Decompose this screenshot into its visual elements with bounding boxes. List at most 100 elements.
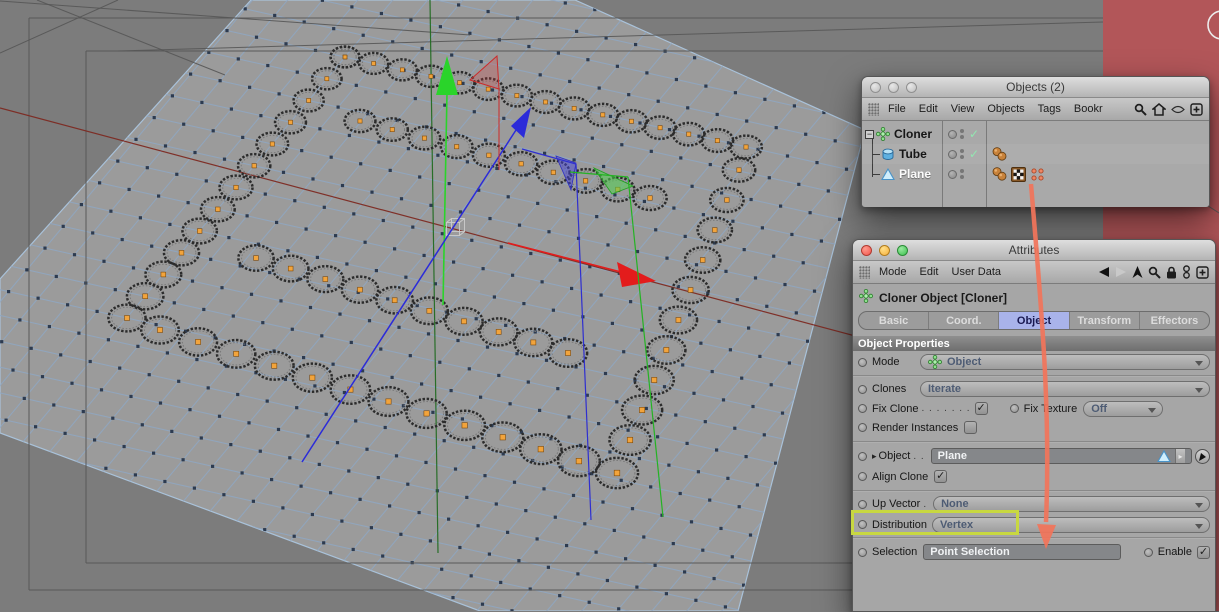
texture-checker-tag-icon[interactable]: [1011, 167, 1026, 182]
enable-checkbox[interactable]: ✓: [1197, 546, 1210, 559]
menu-item-mode[interactable]: Mode: [879, 266, 907, 278]
anim-dot[interactable]: [858, 500, 867, 509]
point-selection-tag-icon[interactable]: [1030, 167, 1045, 182]
minimize-button[interactable]: [879, 245, 890, 256]
mode-dropdown[interactable]: Object: [920, 354, 1210, 370]
anim-dot[interactable]: [858, 520, 867, 529]
forward-icon[interactable]: [1115, 266, 1127, 278]
expand-arrow-icon[interactable]: ▸: [1175, 449, 1185, 463]
tab-basic[interactable]: Basic: [859, 312, 929, 329]
render-visibility-dots[interactable]: [960, 129, 964, 139]
anim-dot[interactable]: [858, 452, 867, 461]
close-button[interactable]: [870, 82, 881, 93]
grip-icon[interactable]: [859, 266, 870, 279]
dotted-leader: . .: [913, 451, 924, 462]
up-arrow-icon[interactable]: [1132, 266, 1143, 279]
tree-branch-line: [872, 154, 880, 155]
material-tag-icon[interactable]: [992, 147, 1007, 161]
object-row-tube[interactable]: Tube ✓: [862, 144, 1209, 164]
anim-dot[interactable]: [1010, 404, 1019, 413]
anim-dot[interactable]: [858, 548, 867, 557]
lock-icon[interactable]: [1166, 266, 1177, 279]
attributes-menubar: Mode Edit User Data: [853, 261, 1215, 284]
fix-texture-label: Fix Texture: [1024, 403, 1078, 415]
tab-object[interactable]: Object: [999, 312, 1069, 329]
render-visibility-dots[interactable]: [960, 149, 964, 159]
clones-value: Iterate: [928, 383, 961, 395]
disclosure-triangle-icon[interactable]: ▸: [872, 451, 877, 462]
selection-value: Point Selection: [930, 546, 1009, 558]
zoom-button[interactable]: [897, 245, 908, 256]
enabled-check-icon[interactable]: ✓: [969, 127, 979, 141]
pick-object-button[interactable]: [1195, 449, 1210, 464]
dotted-leader: . . . . . . .: [921, 403, 970, 414]
anim-dot[interactable]: [858, 404, 867, 413]
menu-item-view[interactable]: View: [951, 103, 975, 115]
anim-dot[interactable]: [1144, 548, 1153, 557]
object-label[interactable]: Plane: [899, 167, 931, 181]
expand-collapse-icon[interactable]: −: [865, 130, 874, 139]
object-label[interactable]: Cloner: [894, 127, 932, 141]
render-visibility-dots[interactable]: [960, 169, 964, 179]
grip-icon[interactable]: [868, 103, 879, 116]
anim-dot[interactable]: [858, 423, 867, 432]
home-icon[interactable]: [1152, 103, 1166, 116]
link-icon[interactable]: [1182, 265, 1191, 279]
align-clone-checkbox[interactable]: ✓: [934, 470, 947, 483]
eye-icon[interactable]: [1171, 105, 1185, 114]
object-label[interactable]: Tube: [899, 147, 927, 161]
close-button[interactable]: [861, 245, 872, 256]
cinema4d-screenshot: { "objects_panel": { "title": "Objects (…: [0, 0, 1219, 611]
distribution-dropdown[interactable]: Vertex: [932, 517, 1210, 533]
tab-transform[interactable]: Transform: [1070, 312, 1140, 329]
editor-visibility-dot[interactable]: [948, 150, 957, 159]
menu-item-file[interactable]: File: [888, 103, 906, 115]
selection-field[interactable]: Point Selection: [923, 544, 1121, 560]
window-controls[interactable]: [870, 82, 917, 93]
chevron-down-icon: [1148, 408, 1156, 413]
object-row-plane[interactable]: Plane: [862, 164, 1209, 184]
attribute-tabs: BasicCoord.ObjectTransformEffectors: [858, 311, 1210, 330]
menu-item-bookr[interactable]: Bookr: [1074, 103, 1103, 115]
minimize-button[interactable]: [888, 82, 899, 93]
anim-dot[interactable]: [858, 358, 867, 367]
chevron-down-icon: [1195, 503, 1203, 508]
anim-dot[interactable]: [858, 472, 867, 481]
menu-item-user-data[interactable]: User Data: [952, 266, 1002, 278]
object-row-cloner[interactable]: − Cloner ✓: [862, 124, 1209, 144]
plane-icon: [881, 168, 895, 181]
editor-visibility-dot[interactable]: [948, 130, 957, 139]
menu-item-objects[interactable]: Objects: [987, 103, 1024, 115]
object-link-field[interactable]: Plane ▸: [931, 448, 1192, 464]
back-icon[interactable]: [1098, 266, 1110, 278]
tab-effectors[interactable]: Effectors: [1140, 312, 1209, 329]
material-tag-icon[interactable]: [992, 167, 1007, 181]
menu-item-edit[interactable]: Edit: [919, 103, 938, 115]
fix-clone-checkbox[interactable]: ✓: [975, 402, 988, 415]
tab-coord[interactable]: Coord.: [929, 312, 999, 329]
objects-panel: Objects (2) File Edit View Objects Tags Bookr…: [861, 76, 1210, 207]
editor-visibility-dot[interactable]: [948, 170, 957, 179]
divider: [853, 537, 1215, 539]
up-vector-dropdown[interactable]: None: [933, 496, 1210, 512]
add-icon[interactable]: [1196, 266, 1209, 279]
search-icon[interactable]: [1148, 266, 1161, 279]
objects-titlebar[interactable]: Objects (2): [862, 77, 1209, 98]
up-vector-value: None: [941, 498, 969, 510]
anim-dot[interactable]: [858, 385, 867, 394]
menu-item-edit[interactable]: Edit: [920, 266, 939, 278]
window-controls[interactable]: [861, 245, 908, 256]
row-align-clone: Align Clone ✓: [853, 467, 1215, 486]
add-icon[interactable]: [1190, 103, 1203, 116]
clones-dropdown[interactable]: Iterate: [920, 381, 1210, 397]
zoom-button[interactable]: [906, 82, 917, 93]
chevron-down-icon: [1195, 361, 1203, 366]
menu-item-tags[interactable]: Tags: [1038, 103, 1061, 115]
search-icon[interactable]: [1134, 103, 1147, 116]
chevron-down-icon: [1195, 524, 1203, 529]
attributes-panel: Attributes ModeEditUser Data Cloner Obje…: [852, 239, 1216, 612]
fix-texture-dropdown[interactable]: Off: [1083, 401, 1163, 417]
enabled-check-icon[interactable]: ✓: [969, 147, 979, 161]
render-instances-checkbox[interactable]: [964, 421, 977, 434]
attributes-titlebar[interactable]: Attributes: [853, 240, 1215, 261]
